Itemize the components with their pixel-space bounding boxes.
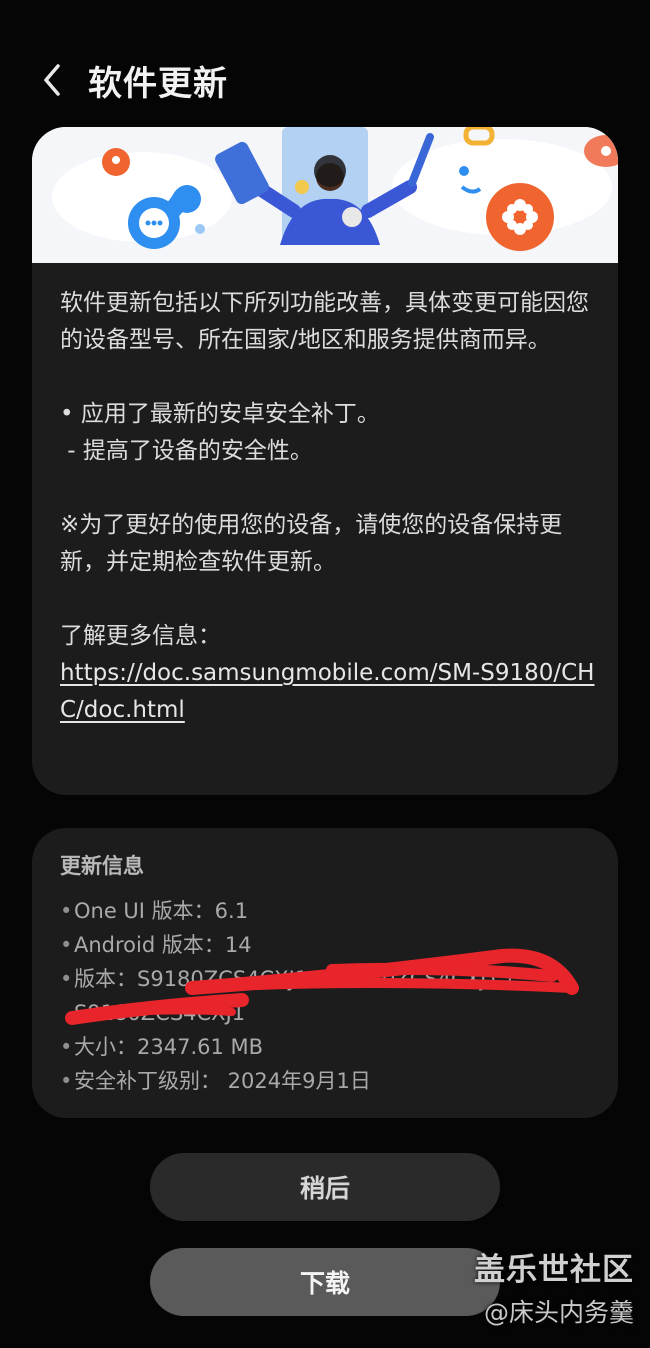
notes-reminder: ※为了更好的使用您的设备，请使您的设备保持更新，并定期检查软件更新。	[60, 512, 563, 575]
build-version: 版本：S9180ZCS4CXJ1 / S9180ZCS4CXJ1 / S9180…	[60, 962, 590, 1030]
watermark-user: @床头内务羹	[483, 1298, 634, 1327]
update-info-list: One UI 版本：6.1 Android 版本：14 版本：S9180ZCS4…	[60, 894, 590, 1098]
update-info-title: 更新信息	[60, 854, 144, 878]
back-button[interactable]	[22, 50, 82, 110]
software-update-screen: 软件更新 软件更新包括以下所列功能改善，具体变更可能因您的设备型号、所在国家/地…	[0, 0, 650, 1348]
notes-item-1-sub: - 提高了设备的安全性。	[60, 438, 313, 464]
update-size: 大小：2347.61 MB	[60, 1030, 590, 1064]
notes-intro: 软件更新包括以下所列功能改善，具体变更可能因您的设备型号、所在国家/地区和服务提…	[60, 290, 589, 353]
security-patch-level: 安全补丁级别： 2024年9月1日	[60, 1064, 590, 1098]
more-info-link[interactable]: https://doc.samsungmobile.com/SM-S9180/C…	[60, 660, 594, 723]
release-notes-text: 软件更新包括以下所列功能改善，具体变更可能因您的设备型号、所在国家/地区和服务提…	[60, 285, 600, 729]
release-notes-card: 软件更新包括以下所列功能改善，具体变更可能因您的设备型号、所在国家/地区和服务提…	[32, 127, 618, 795]
android-version: Android 版本：14	[60, 928, 590, 962]
page-title: 软件更新	[88, 63, 228, 104]
later-button[interactable]: 稍后	[150, 1153, 500, 1221]
notes-item-1: • 应用了最新的安卓安全补丁。	[60, 401, 380, 427]
more-info-label: 了解更多信息：	[60, 623, 221, 649]
update-info-card: 更新信息 One UI 版本：6.1 Android 版本：14 版本：S918…	[32, 828, 618, 1118]
download-button[interactable]: 下载	[150, 1248, 500, 1316]
banner-illustration	[32, 127, 618, 263]
header: 软件更新	[0, 40, 650, 120]
one-ui-version: One UI 版本：6.1	[60, 894, 590, 928]
watermark-title: 盖乐世社区	[474, 1252, 634, 1288]
chevron-left-icon	[44, 64, 60, 96]
